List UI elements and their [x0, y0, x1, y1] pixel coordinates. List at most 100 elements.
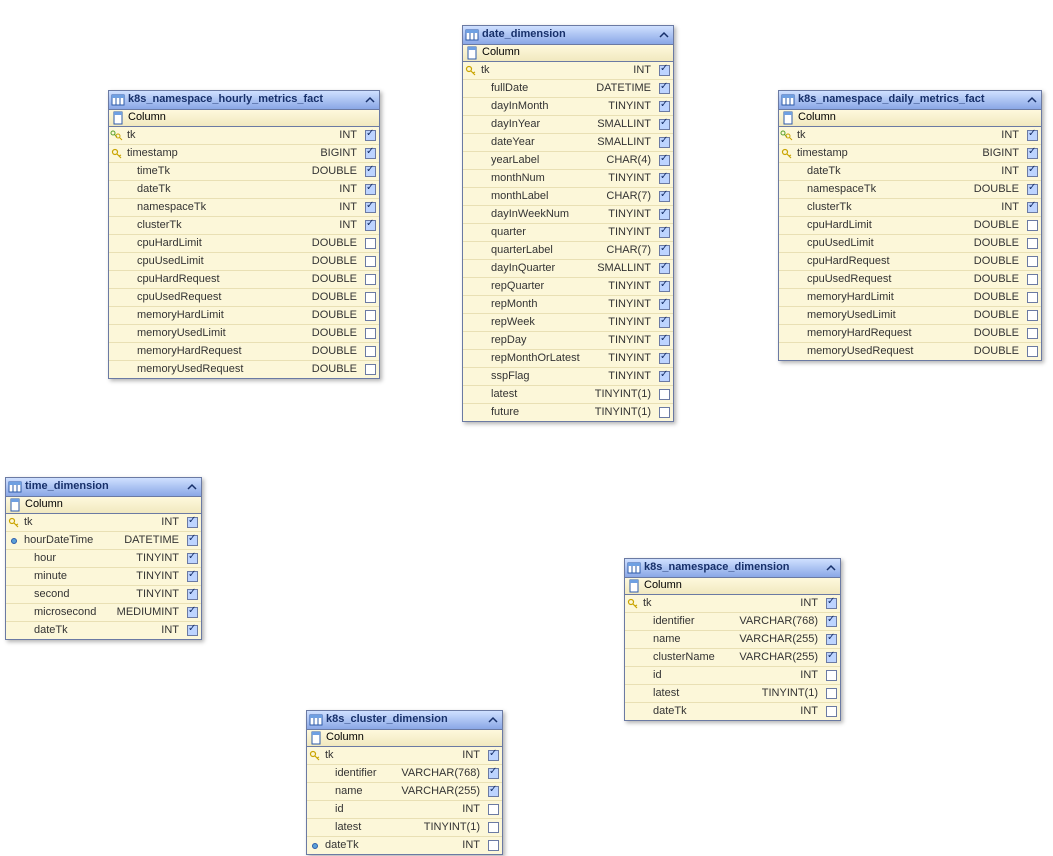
nullable-checkbox[interactable]	[659, 101, 670, 112]
column-row[interactable]: cpuUsedLimitDOUBLE	[109, 253, 379, 271]
column-check[interactable]	[1023, 127, 1041, 144]
column-check[interactable]	[1023, 181, 1041, 198]
nullable-checkbox[interactable]	[187, 553, 198, 564]
nullable-checkbox[interactable]	[1027, 346, 1038, 357]
nullable-checkbox[interactable]	[488, 804, 499, 815]
column-check[interactable]	[484, 747, 502, 764]
column-check[interactable]	[484, 819, 502, 836]
column-section-header[interactable]: Column	[6, 497, 201, 514]
column-check[interactable]	[361, 235, 379, 252]
nullable-checkbox[interactable]	[659, 119, 670, 130]
column-row[interactable]: idINT	[307, 801, 502, 819]
column-check[interactable]	[1023, 145, 1041, 162]
nullable-checkbox[interactable]	[488, 750, 499, 761]
column-row[interactable]: cpuUsedLimitDOUBLE	[779, 235, 1041, 253]
column-section-header[interactable]: Column	[109, 110, 379, 127]
nullable-checkbox[interactable]	[187, 589, 198, 600]
column-row[interactable]: namespaceTkDOUBLE	[779, 181, 1041, 199]
column-row[interactable]: repQuarterTINYINT	[463, 278, 673, 296]
nullable-checkbox[interactable]	[1027, 274, 1038, 285]
nullable-checkbox[interactable]	[365, 130, 376, 141]
nullable-checkbox[interactable]	[659, 389, 670, 400]
column-check[interactable]	[822, 631, 840, 648]
nullable-checkbox[interactable]	[365, 346, 376, 357]
nullable-checkbox[interactable]	[659, 317, 670, 328]
column-row[interactable]: identifierVARCHAR(768)	[307, 765, 502, 783]
column-check[interactable]	[1023, 235, 1041, 252]
column-row[interactable]: dateTkINT	[109, 181, 379, 199]
column-row[interactable]: minuteTINYINT	[6, 568, 201, 586]
column-row[interactable]: dateTkINT	[307, 837, 502, 854]
nullable-checkbox[interactable]	[365, 238, 376, 249]
column-row[interactable]: timestampBIGINT	[779, 145, 1041, 163]
nullable-checkbox[interactable]	[365, 328, 376, 339]
column-row[interactable]: repMonthOrLatestTINYINT	[463, 350, 673, 368]
column-row[interactable]: microsecondMEDIUMINT	[6, 604, 201, 622]
column-check[interactable]	[361, 343, 379, 360]
nullable-checkbox[interactable]	[659, 191, 670, 202]
column-check[interactable]	[655, 242, 673, 259]
column-check[interactable]	[822, 649, 840, 666]
nullable-checkbox[interactable]	[659, 353, 670, 364]
column-check[interactable]	[655, 350, 673, 367]
column-check[interactable]	[484, 765, 502, 782]
column-check[interactable]	[361, 361, 379, 378]
nullable-checkbox[interactable]	[187, 607, 198, 618]
column-check[interactable]	[361, 199, 379, 216]
column-row[interactable]: latestTINYINT(1)	[625, 685, 840, 703]
column-row[interactable]: dateYearSMALLINT	[463, 134, 673, 152]
column-row[interactable]: sspFlagTINYINT	[463, 368, 673, 386]
column-row[interactable]: memoryUsedLimitDOUBLE	[779, 307, 1041, 325]
column-row[interactable]: tkINT	[779, 127, 1041, 145]
nullable-checkbox[interactable]	[365, 364, 376, 375]
column-check[interactable]	[1023, 325, 1041, 342]
nullable-checkbox[interactable]	[659, 371, 670, 382]
nullable-checkbox[interactable]	[488, 822, 499, 833]
column-check[interactable]	[183, 604, 201, 621]
column-check[interactable]	[1023, 163, 1041, 180]
column-check[interactable]	[484, 801, 502, 818]
nullable-checkbox[interactable]	[365, 274, 376, 285]
column-check[interactable]	[655, 224, 673, 241]
column-check[interactable]	[1023, 343, 1041, 360]
column-row[interactable]: repDayTINYINT	[463, 332, 673, 350]
collapse-icon[interactable]	[657, 28, 671, 42]
column-row[interactable]: monthLabelCHAR(7)	[463, 188, 673, 206]
table-header[interactable]: k8s_namespace_dimension	[625, 559, 840, 578]
column-row[interactable]: quarterLabelCHAR(7)	[463, 242, 673, 260]
table-header[interactable]: time_dimension	[6, 478, 201, 497]
column-row[interactable]: dayInYearSMALLINT	[463, 116, 673, 134]
column-check[interactable]	[655, 314, 673, 331]
column-row[interactable]: tkINT	[307, 747, 502, 765]
column-row[interactable]: clusterTkINT	[779, 199, 1041, 217]
collapse-icon[interactable]	[1025, 93, 1039, 107]
column-row[interactable]: memoryUsedRequestDOUBLE	[109, 361, 379, 378]
nullable-checkbox[interactable]	[659, 227, 670, 238]
column-check[interactable]	[361, 307, 379, 324]
nullable-checkbox[interactable]	[187, 625, 198, 636]
column-check[interactable]	[655, 368, 673, 385]
column-row[interactable]: memoryUsedRequestDOUBLE	[779, 343, 1041, 360]
nullable-checkbox[interactable]	[659, 245, 670, 256]
table-time-dimension[interactable]: time_dimensionColumntkINThourDateTimeDAT…	[5, 477, 202, 640]
column-check[interactable]	[655, 170, 673, 187]
column-row[interactable]: memoryUsedLimitDOUBLE	[109, 325, 379, 343]
column-row[interactable]: latestTINYINT(1)	[463, 386, 673, 404]
column-check[interactable]	[1023, 307, 1041, 324]
column-row[interactable]: tkINT	[109, 127, 379, 145]
table-cluster-dimension[interactable]: k8s_cluster_dimensionColumntkINTidentifi…	[306, 710, 503, 855]
nullable-checkbox[interactable]	[659, 137, 670, 148]
column-section-header[interactable]: Column	[625, 578, 840, 595]
nullable-checkbox[interactable]	[826, 634, 837, 645]
column-check[interactable]	[361, 217, 379, 234]
column-check[interactable]	[655, 134, 673, 151]
collapse-icon[interactable]	[363, 93, 377, 107]
column-row[interactable]: repWeekTINYINT	[463, 314, 673, 332]
nullable-checkbox[interactable]	[826, 670, 837, 681]
collapse-icon[interactable]	[185, 480, 199, 494]
column-row[interactable]: fullDateDATETIME	[463, 80, 673, 98]
nullable-checkbox[interactable]	[659, 83, 670, 94]
column-row[interactable]: timestampBIGINT	[109, 145, 379, 163]
column-section-header[interactable]: Column	[463, 45, 673, 62]
column-row[interactable]: dayInWeekNumTINYINT	[463, 206, 673, 224]
